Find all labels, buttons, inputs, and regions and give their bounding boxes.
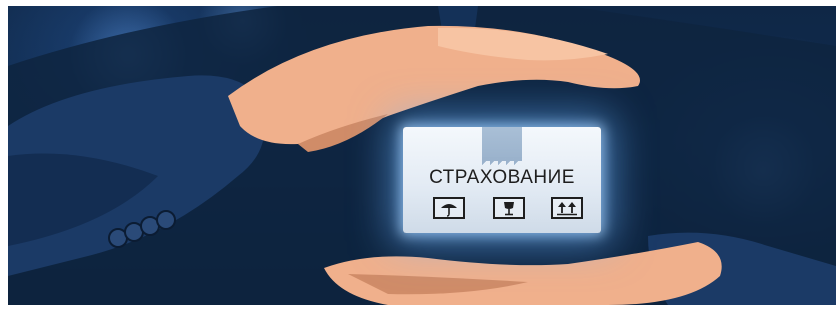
insurance-box: СТРАХОВАНИЕ	[403, 127, 601, 233]
fragile-glass-icon	[493, 197, 525, 219]
box-tape-edge	[482, 157, 522, 165]
cuff-button	[156, 210, 176, 230]
box-tape	[482, 127, 522, 161]
box-label: СТРАХОВАНИЕ	[429, 167, 575, 188]
insurance-image: СТРАХОВАНИЕ	[8, 6, 836, 305]
this-side-up-icon	[551, 197, 583, 219]
umbrella-icon	[433, 197, 465, 219]
